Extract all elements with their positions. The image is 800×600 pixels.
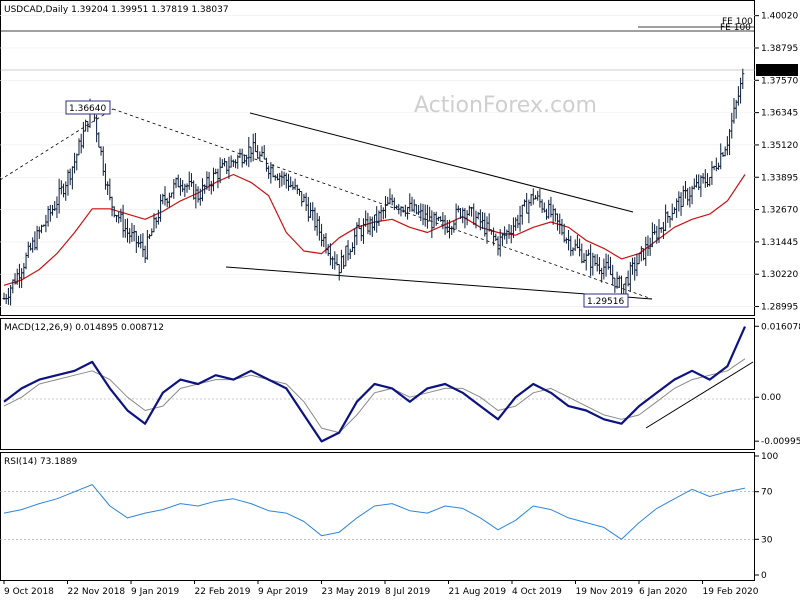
x-tick-label: 4 Oct 2019 xyxy=(512,587,562,597)
macd-tick-label: 0.00 xyxy=(761,393,781,403)
price-tick-label: 1.36345 xyxy=(761,109,798,119)
high-annotation-label: 1.36640 xyxy=(69,104,106,114)
usdcad-chart: ActionForex.com USDCAD,Daily 1.39204 1.3… xyxy=(0,0,800,597)
price-tick-label: 1.37570 xyxy=(761,76,798,86)
x-tick-label: 6 Jan 2020 xyxy=(639,587,687,597)
x-tick-label: 22 Nov 2018 xyxy=(68,587,126,597)
price-tick-label: 1.33895 xyxy=(761,173,798,183)
x-axis: 9 Oct 2018 22 Nov 2018 9 Jan 2019 22 Feb 20… xyxy=(3,580,759,597)
price-tick-label: 1.28995 xyxy=(761,303,798,313)
symbol-header: USDCAD,Daily 1.39204 1.39951 1.37819 1.3… xyxy=(4,5,229,15)
x-tick-label: 23 May 2019 xyxy=(322,587,381,597)
x-tick-label: 9 Apr 2019 xyxy=(258,587,308,597)
x-tick-label: 21 Aug 2019 xyxy=(449,587,507,597)
last-price-label: 1.38037 xyxy=(759,66,796,76)
x-tick-label: 19 Nov 2019 xyxy=(576,587,634,597)
price-tick-label: 1.30220 xyxy=(761,270,798,280)
price-tick-label: 1.40020 xyxy=(761,12,798,22)
low-annotation-label: 1.29516 xyxy=(587,297,624,307)
x-tick-label: 19 Feb 2020 xyxy=(703,587,759,597)
chart-container: ActionForex.com USDCAD,Daily 1.39204 1.3… xyxy=(0,0,800,600)
rsi-tick-label: 100 xyxy=(761,452,778,462)
fe-annotation-label-2: FE 100 xyxy=(720,23,751,33)
price-tick-label: 1.31445 xyxy=(761,238,798,248)
rsi-axis: 100 70 30 0 xyxy=(755,452,778,581)
rsi-panel xyxy=(0,452,755,581)
price-tick-label: 1.35120 xyxy=(761,141,798,151)
x-tick-label: 8 Jul 2019 xyxy=(385,587,430,597)
price-axis: 1.40020 1.38795 1.37570 1.36345 1.35120 1.338… xyxy=(755,12,798,313)
x-tick-label: 9 Jan 2019 xyxy=(131,587,179,597)
macd-tick-label: -0.009956 xyxy=(761,437,800,447)
macd-tick-label: 0.016078 xyxy=(761,322,800,332)
rsi-label: RSI(14) 73.1889 xyxy=(4,457,77,467)
rsi-tick-label: 0 xyxy=(761,571,767,581)
macd-label: MACD(12,26,9) 0.014895 0.008712 xyxy=(4,323,164,333)
rsi-tick-label: 70 xyxy=(761,488,773,498)
x-tick-label: 9 Oct 2018 xyxy=(4,587,54,597)
watermark: ActionForex.com xyxy=(414,93,597,118)
price-tick-label: 1.38795 xyxy=(761,44,798,54)
rsi-tick-label: 30 xyxy=(761,535,773,545)
macd-axis: 0.016078 0.00 -0.009956 xyxy=(755,322,800,447)
price-tick-label: 1.32670 xyxy=(761,206,798,216)
x-tick-label: 22 Feb 2019 xyxy=(195,587,251,597)
